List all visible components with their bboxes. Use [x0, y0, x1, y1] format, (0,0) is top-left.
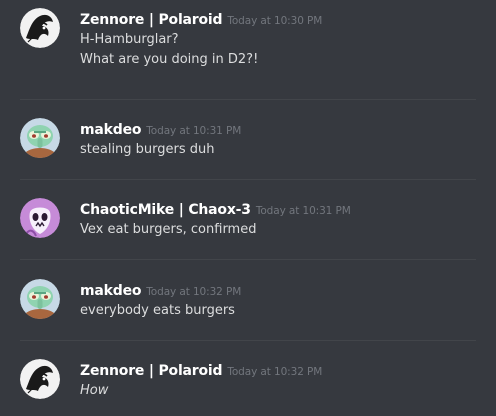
message-group: Zennore | Polaroid Today at 10:30 PM H-Ha…	[0, 8, 496, 88]
avatar[interactable]	[20, 8, 60, 48]
timestamp: Today at 10:31 PM	[255, 205, 351, 217]
message-text: everybody eats burgers	[80, 303, 235, 318]
username[interactable]: Zennore | Polaroid	[80, 12, 223, 28]
avatar[interactable]	[20, 198, 60, 238]
chat-messages: Zennore | Polaroid Today at 10:30 PM H-Ha…	[0, 0, 496, 416]
message-header: ChaoticMike | Chaox-3 Today at 10:31 PM	[80, 198, 351, 220]
username[interactable]: ChaoticMike | Chaox-3	[80, 202, 251, 218]
avatar[interactable]	[20, 359, 60, 399]
message-divider	[20, 340, 476, 341]
squidward-avatar-icon	[20, 279, 60, 319]
message-divider	[20, 259, 476, 260]
message-header: Zennore | Polaroid Today at 10:30 PM	[80, 8, 322, 30]
timestamp: Today at 10:32 PM	[146, 286, 242, 298]
message-header: Zennore | Polaroid Today at 10:32 PM	[80, 359, 322, 381]
message-group: ChaoticMike | Chaox-3 Today at 10:31 PM V…	[0, 198, 496, 248]
ghost-avatar-icon	[20, 198, 60, 238]
username[interactable]: makdeo	[80, 122, 141, 138]
message-text: H-Hamburglar?	[80, 32, 179, 47]
message-group: Zennore | Polaroid Today at 10:32 PM How	[0, 359, 496, 409]
message-group: makdeo Today at 10:31 PM stealing burgers…	[0, 118, 496, 168]
squidward-avatar-icon	[20, 118, 60, 158]
polaroid-avatar-icon	[20, 8, 60, 48]
message-group: makdeo Today at 10:32 PM everybody eats b…	[0, 279, 496, 329]
avatar[interactable]	[20, 279, 60, 319]
username[interactable]: makdeo	[80, 283, 141, 299]
message-divider	[20, 179, 476, 180]
message-header: makdeo Today at 10:32 PM	[80, 279, 241, 301]
message-divider	[20, 99, 476, 100]
message-header: makdeo Today at 10:31 PM	[80, 118, 241, 140]
avatar[interactable]	[20, 118, 60, 158]
message-content: Vex eat burgers, confirmed	[80, 220, 256, 240]
message-text: How	[80, 383, 109, 398]
username[interactable]: Zennore | Polaroid	[80, 363, 223, 379]
message-text: stealing burgers duh	[80, 142, 215, 157]
message-text: Vex eat burgers, confirmed	[80, 222, 257, 237]
message-content: How	[80, 381, 108, 401]
timestamp: Today at 10:32 PM	[227, 366, 323, 378]
timestamp: Today at 10:31 PM	[146, 125, 242, 137]
polaroid-avatar-icon	[20, 359, 60, 399]
message-text: What are you doing in D2?!	[80, 52, 259, 67]
message-content: stealing burgers duh	[80, 140, 215, 160]
message-content: H-Hamburglar? What are you doing in D2?!	[80, 30, 258, 70]
message-content: everybody eats burgers	[80, 301, 235, 321]
timestamp: Today at 10:30 PM	[227, 15, 323, 27]
